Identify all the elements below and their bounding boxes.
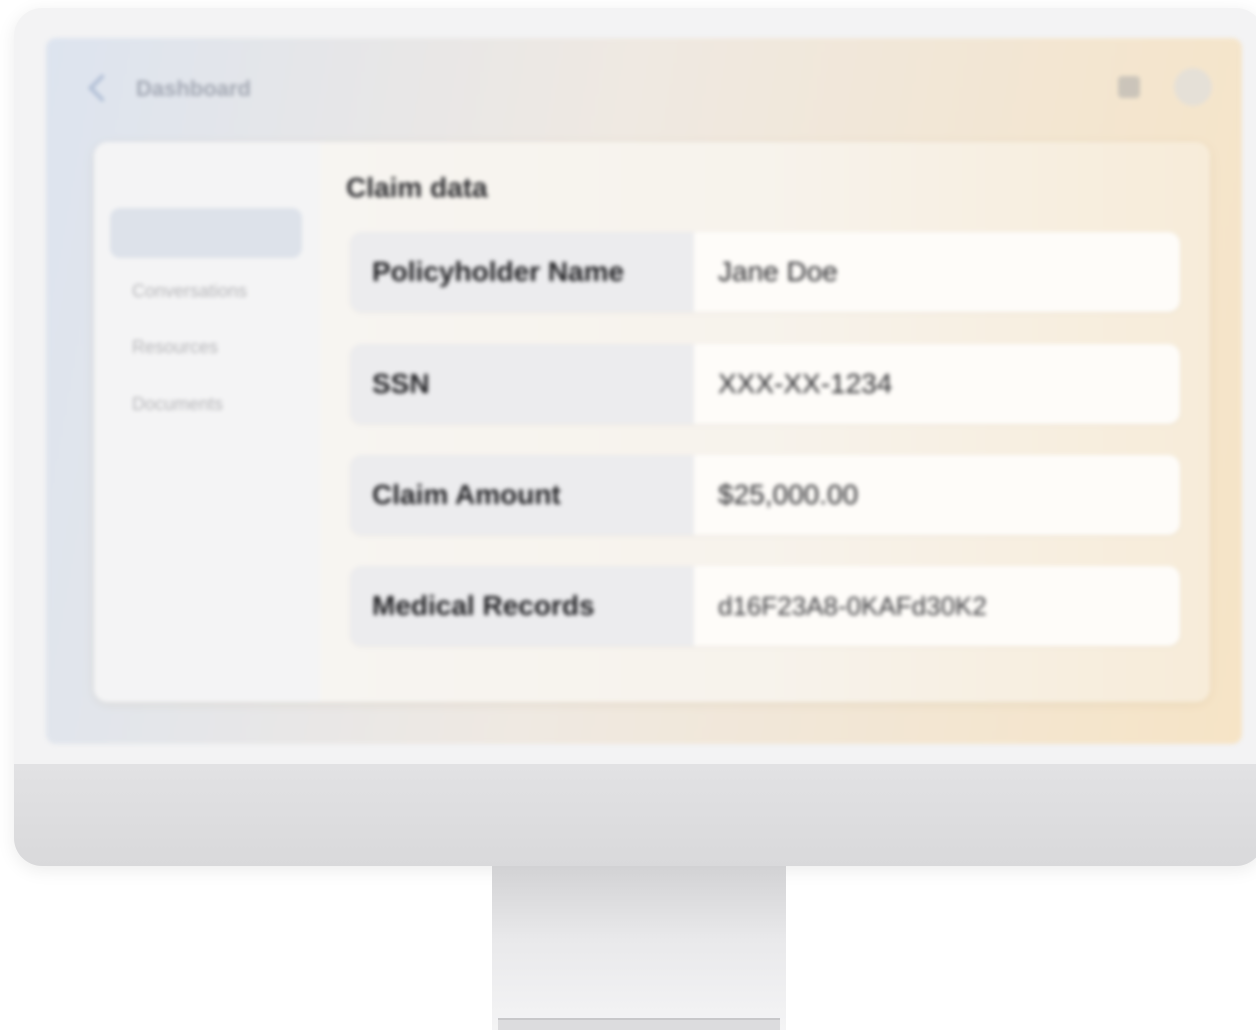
monitor-chin (14, 764, 1256, 866)
row-value[interactable]: $25,000.00 (694, 455, 1180, 535)
main-panel: Conversations Resources Documents Claim … (94, 142, 1210, 702)
title-bar: Dashboard (46, 38, 1242, 130)
sidebar-item-conversations[interactable]: Conversations (110, 266, 302, 316)
row-label: SSN (350, 344, 694, 424)
back-arrow-icon[interactable] (87, 73, 117, 103)
sidebar-item-resources[interactable]: Resources (110, 322, 302, 372)
sidebar-item-active[interactable] (110, 208, 302, 258)
monitor-stand (492, 866, 786, 1030)
avatar[interactable] (1174, 68, 1212, 106)
data-row-claim-amount: Claim Amount $25,000.00 (350, 455, 1180, 535)
row-label: Medical Records (350, 566, 694, 646)
app-title: Dashboard (136, 76, 251, 101)
desktop-stage: Dashboard Conversations Resources Docume… (0, 0, 1256, 1030)
data-row-policyholder: Policyholder Name Jane Doe (350, 232, 1180, 312)
section-title: Claim data (346, 172, 488, 203)
row-value[interactable]: Jane Doe (694, 232, 1180, 312)
row-label: Policyholder Name (350, 232, 694, 312)
data-row-medical-records: Medical Records d16F23A8-0KAFd30K2 (350, 566, 1180, 646)
screen: Dashboard Conversations Resources Docume… (46, 38, 1242, 744)
data-row-ssn: SSN XXX-XX-1234 (350, 344, 1180, 424)
sidebar-item-documents[interactable]: Documents (110, 379, 302, 429)
monitor-stand-foot (498, 1018, 780, 1030)
row-value[interactable]: d16F23A8-0KAFd30K2 (694, 566, 1180, 646)
monitor: Dashboard Conversations Resources Docume… (14, 8, 1256, 866)
row-value[interactable]: XXX-XX-1234 (694, 344, 1180, 424)
sidebar: Conversations Resources Documents (94, 142, 320, 702)
grid-icon[interactable] (1118, 76, 1140, 98)
row-label: Claim Amount (350, 455, 694, 535)
